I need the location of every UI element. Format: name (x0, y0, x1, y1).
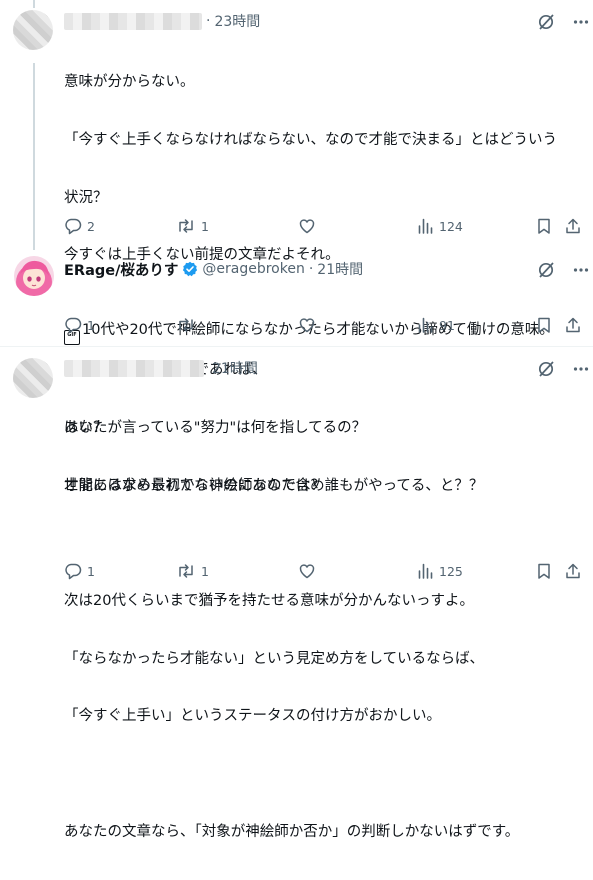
display-name[interactable]: ERage/桜ありす (64, 259, 178, 280)
text-line: 「今すぐ上手くならなければならない、なので才能で決まる」とはどういう (64, 132, 557, 148)
views-button[interactable]: 125 (416, 562, 463, 580)
repost-button[interactable] (176, 316, 201, 334)
bookmark-button[interactable] (535, 562, 553, 580)
tweet-divider (0, 346, 593, 347)
repost-arrows-icon (179, 318, 193, 332)
tweet-header: 21時間 (64, 358, 258, 378)
user-handle[interactable]: @eragebroken (202, 261, 304, 277)
like-button[interactable] (298, 562, 321, 580)
text-line: 「今すぐ上手い」というステータスの付け方がおかしい。 (64, 708, 441, 725)
text-line: 才能あるなら最初から神絵師なのでは？ (64, 478, 325, 494)
text-line: 状況？ (64, 189, 108, 206)
tweet-actions: 1 91 (64, 315, 584, 335)
separator-dot: · (206, 13, 211, 29)
views-bars-icon (418, 563, 433, 579)
reply-count: 2 (87, 218, 95, 234)
share-button[interactable] (564, 217, 582, 235)
tweet-top-icons (537, 360, 589, 378)
reply-button[interactable]: 1 (64, 316, 95, 334)
views-button[interactable]: 124 (416, 217, 463, 235)
thread-line-middle (33, 63, 35, 250)
repost-count: 1 (201, 563, 209, 579)
more-dots-icon[interactable] (573, 13, 589, 31)
bookmark-icon (538, 317, 550, 333)
reply-bubble-icon (65, 563, 82, 580)
text-line (64, 765, 519, 784)
grok-slash-icon[interactable] (537, 261, 555, 279)
reply-button[interactable]: 1 (64, 562, 95, 580)
avatar-blurred[interactable] (13, 358, 53, 398)
share-button[interactable] (564, 316, 582, 334)
share-upload-icon (566, 317, 580, 333)
tweet-header: ERage/桜ありす @eragebroken · 21時間 (64, 259, 363, 279)
text-line (64, 535, 519, 554)
views-count: 91 (439, 317, 455, 333)
verified-badge-icon (182, 261, 198, 277)
tweet-header: · 23時間 (64, 11, 260, 31)
heart-icon (299, 219, 315, 234)
repost-count: 1 (201, 218, 209, 234)
repost-button[interactable]: 1 (176, 217, 209, 235)
timestamp[interactable]: 21時間 (317, 259, 363, 279)
views-bars-icon (418, 218, 433, 234)
repost-arrows-icon (179, 219, 193, 233)
tweet-top-icons (537, 261, 589, 279)
tweet-text: はい？ 才能あるなら最初から神絵師なのでは？ 次は20代くらいまで猶予を持たせる… (64, 381, 519, 880)
text-line: はい？ (64, 420, 108, 437)
reply-bubble-icon (65, 218, 82, 235)
text-line: 「ならなかったら才能ない」という見定め方をしているならば、 (64, 650, 485, 667)
blurred-user-name[interactable] (64, 359, 204, 377)
views-bars-icon (418, 317, 433, 333)
bookmark-icon (538, 563, 550, 579)
more-dots-icon[interactable] (573, 360, 589, 378)
like-button[interactable] (298, 217, 321, 235)
timestamp[interactable]: 23時間 (214, 11, 260, 31)
views-count: 125 (439, 563, 463, 579)
more-dots-icon[interactable] (573, 261, 589, 279)
grok-slash-icon[interactable] (537, 360, 555, 378)
share-button[interactable] (564, 562, 582, 580)
reply-count: 1 (87, 317, 95, 333)
repost-button[interactable]: 1 (176, 562, 209, 580)
avatar-blurred[interactable] (13, 10, 53, 50)
thread-line-top (33, 0, 35, 8)
share-upload-icon (566, 218, 580, 234)
text-line: 意味が分からない。 (64, 74, 195, 91)
heart-icon (299, 318, 315, 333)
avatar-erage[interactable] (14, 256, 54, 296)
views-button[interactable]: 91 (416, 316, 455, 334)
like-button[interactable] (298, 316, 321, 334)
bookmark-button[interactable] (535, 217, 553, 235)
reply-count: 1 (87, 563, 95, 579)
tweet-top-icons (537, 13, 589, 31)
text-line: 次は20代くらいまで猶予を持たせる意味が分かんないっすよ。 (64, 593, 474, 610)
timestamp[interactable]: 21時間 (212, 358, 258, 378)
tweet-actions: 1 1 125 (64, 561, 584, 581)
reply-button[interactable]: 2 (64, 217, 95, 235)
bookmark-button[interactable] (535, 316, 553, 334)
text-line: あなたの文章なら、「対象が神絵師か否か」の判断しかないはずです。 (64, 823, 520, 840)
heart-icon (299, 564, 315, 579)
grok-slash-icon[interactable] (537, 13, 555, 31)
share-upload-icon (566, 563, 580, 579)
tweet-actions: 2 1 124 (64, 216, 584, 236)
repost-arrows-icon (179, 564, 193, 578)
separator-dot: · (308, 261, 314, 277)
blurred-user-name[interactable] (64, 12, 202, 30)
bookmark-icon (538, 218, 550, 234)
reply-bubble-icon (65, 317, 82, 334)
views-count: 124 (439, 218, 463, 234)
